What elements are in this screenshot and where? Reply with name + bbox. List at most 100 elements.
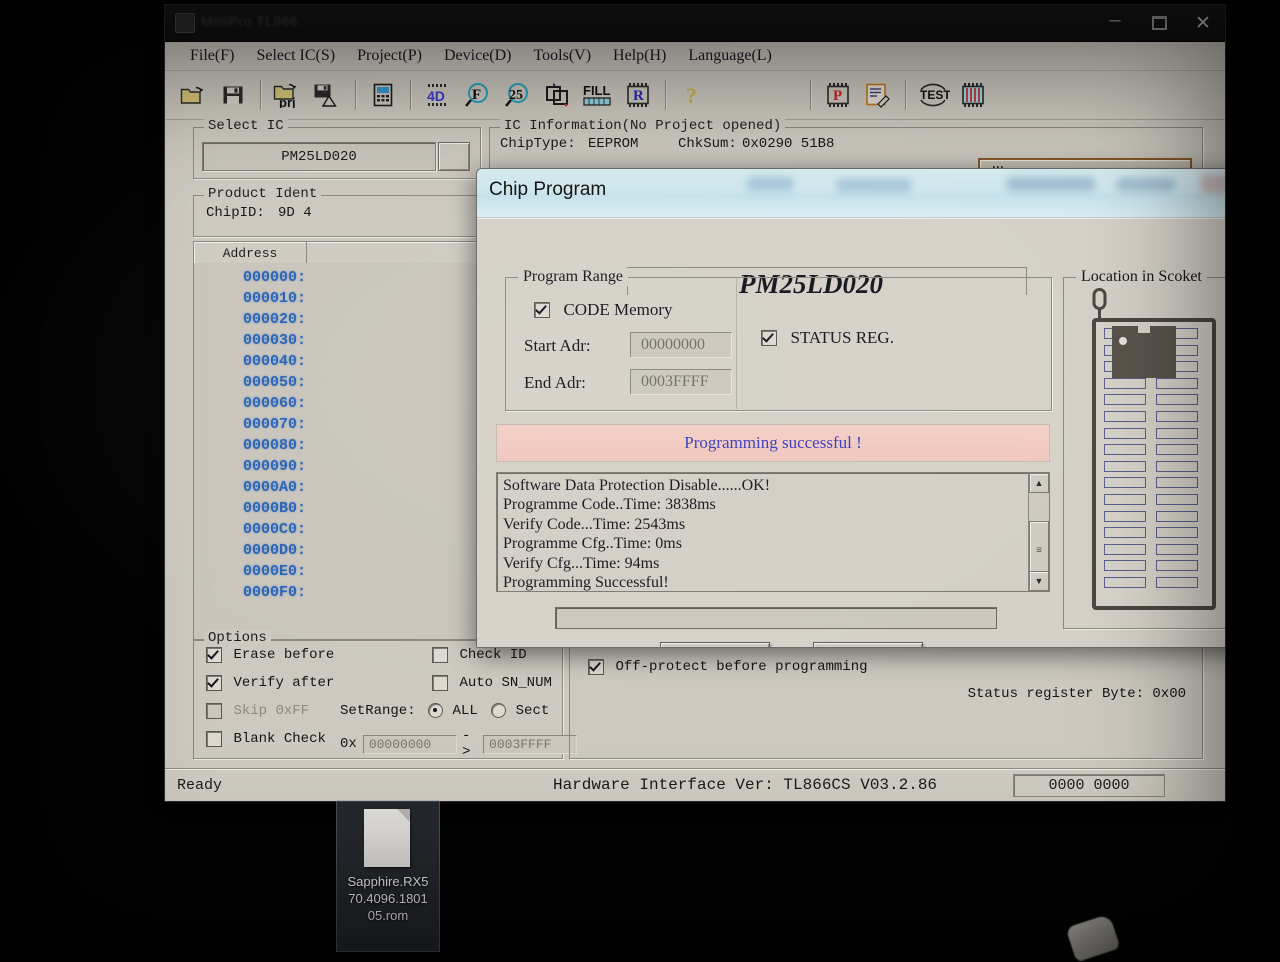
option-status-reg[interactable]: STATUS REG. [761,328,894,348]
hex-row-address: 000090: [194,458,312,475]
option-off-protect[interactable]: Off-protect before programming [588,658,868,676]
open-folder-icon[interactable] [173,75,213,115]
options-legend: Options [204,630,271,646]
chip-id-label: ChipID: [206,205,265,221]
edit-note-icon[interactable] [858,75,898,115]
menu-item-device[interactable]: Device(D) [433,45,523,67]
save-project-icon[interactable] [308,75,348,115]
menu-item-project[interactable]: Project(P) [346,45,433,67]
socket-pin [1156,527,1198,538]
option-code-memory[interactable]: CODE Memory [534,300,673,320]
ghost-artifact [1201,175,1226,193]
r-chip-icon[interactable]: R [618,75,658,115]
start-adr-input[interactable]: 00000000 [630,332,732,358]
range-sect-radio[interactable] [491,703,506,718]
log-line: Software Data Protection Disable......OK… [497,476,1049,495]
log-scroll-up-icon[interactable]: ▲ [1029,473,1049,493]
check-id-checkbox[interactable] [432,647,448,663]
p-chip-icon[interactable]: P [818,75,858,115]
chip-pin1-dot [1119,337,1127,345]
desktop-file-icon[interactable]: Sapphire.RX5 70.4096.1801 05.rom [336,800,440,952]
copy-blocks-icon[interactable] [538,75,578,115]
select-ic-input[interactable]: PM25LD020 [202,142,436,171]
hex-editor-icon[interactable] [363,75,403,115]
end-adr-label: End Adr: [524,373,586,393]
socket-pin [1104,494,1146,505]
close-button[interactable]: ✕ [1181,8,1225,38]
socket-pin [1104,527,1146,538]
option-erase-before[interactable]: Erase before [206,646,334,664]
chip-id-value: 9D 4 [278,205,312,221]
menu-item-tools[interactable]: Tools(V) [523,45,603,67]
minimize-button[interactable]: – [1093,5,1137,42]
log-scroll-down-icon[interactable]: ▼ [1029,571,1049,591]
end-adr-input[interactable]: 0003FFFF [630,369,732,395]
help-question-icon[interactable]: ? [673,75,713,115]
set-range-label: SetRange: [340,703,416,719]
menu-bar: File(F) Select IC(S) Project(P) Device(D… [165,42,1225,71]
ic-information-legend: IC Information(No Project opened) [500,118,785,134]
option-blank-check[interactable]: Blank Check [206,730,326,748]
maximize-button[interactable] [1137,8,1181,38]
status-bar: Ready Hardware Interface Ver: TL866CS V0… [165,768,1225,801]
location-in-socket-legend: Location in Scoket [1076,268,1207,286]
svg-text:F: F [472,87,481,103]
off-protect-checkbox[interactable] [588,659,604,675]
code-memory-label: CODE Memory [563,300,672,319]
menu-item-select-ic[interactable]: Select IC(S) [245,45,346,67]
read-f-icon[interactable]: F [458,75,498,115]
hex-row-address: 000060: [194,395,312,412]
chip-name-rule [627,267,1027,268]
4d-icon[interactable]: 4D [418,75,458,115]
option-check-id[interactable]: Check ID [432,646,527,664]
range-all-radio[interactable] [428,703,443,718]
svg-text:prj: prj [279,95,296,108]
auto-sn-num-checkbox[interactable] [432,675,448,691]
log-scrollbar[interactable]: ▲ ≡ ▼ [1028,473,1049,591]
save-disk-icon[interactable] [213,75,253,115]
select-ic-browse-button[interactable] [438,142,470,171]
option-verify-after[interactable]: Verify after [206,674,334,692]
hex-row-address: 0000C0: [194,521,312,538]
menu-item-language[interactable]: Language(L) [677,45,783,67]
range-end-input[interactable]: 0003FFFF [483,735,577,754]
cancel-button[interactable]: Cancel [813,642,923,648]
hex-prefix-label: 0x [340,736,357,752]
option-auto-sn-num[interactable]: Auto SN_NUM [432,674,552,692]
program-range-legend: Program Range [518,268,628,286]
socket-pin [1104,577,1146,588]
hex-row-address: 000010: [194,290,312,307]
status-reg-checkbox[interactable] [761,330,777,346]
status-ready: Ready [165,777,477,794]
zif-lever-icon [1090,288,1116,322]
status-banner-text: Programming successful ! [684,433,862,453]
erase-before-checkbox[interactable] [206,647,222,663]
fill-icon[interactable]: FILL [578,75,618,115]
skip-0xff-checkbox [206,703,222,719]
log-line: Programme Code..Time: 3838ms [497,495,1049,514]
blank-check-checkbox[interactable] [206,731,222,747]
dialog-body: PM25LD020 Program Range CODE Memory STAT… [477,218,1226,648]
code-memory-checkbox[interactable] [534,302,550,318]
open-project-icon[interactable]: prj [268,75,308,115]
status-counter: 0000 0000 [1013,774,1165,797]
magnifier-25-icon[interactable]: 25 [498,75,538,115]
desk-object [1066,914,1121,962]
socket-pin [1104,544,1146,555]
menu-item-help[interactable]: Help(H) [602,45,677,67]
window-title-bar: MiniPro TL866 – ✕ [165,5,1225,42]
hex-row-address: 0000D0: [194,542,312,559]
range-sect-label: Sect [516,703,550,719]
program-button[interactable]: Program [660,642,770,648]
verify-after-checkbox[interactable] [206,675,222,691]
off-protect-label: Off-protect before programming [615,659,867,675]
pins-chip-icon[interactable] [953,75,993,115]
desktop-icon-label-line2: 70.4096.1801 [337,890,439,907]
socket-body [1092,318,1216,610]
check-id-label: Check ID [459,647,526,663]
range-start-input[interactable]: 00000000 [363,735,457,754]
test-icon[interactable]: TEST [913,75,953,115]
menu-item-file[interactable]: File(F) [179,45,245,67]
socket-pin [1156,411,1198,422]
svg-text:P: P [833,88,842,104]
